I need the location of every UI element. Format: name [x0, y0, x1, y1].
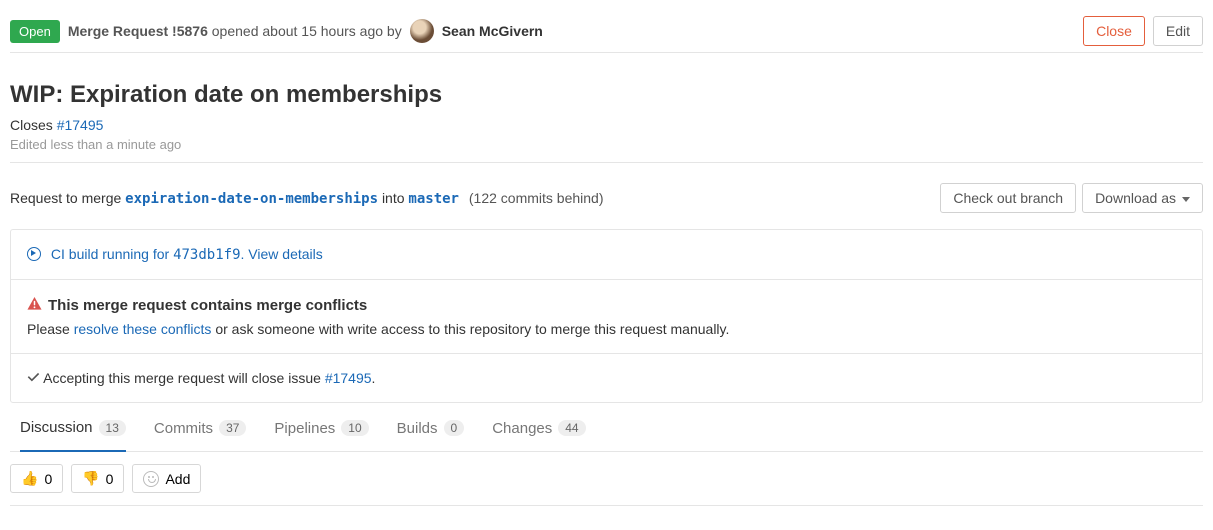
tab-label: Changes: [492, 420, 552, 437]
thumbs-up-count: 0: [44, 471, 52, 487]
download-label: Download as: [1095, 190, 1176, 206]
conflict-title-row: This merge request contains merge confli…: [27, 296, 1186, 315]
merge-text: Request to merge expiration-date-on-memb…: [10, 190, 940, 207]
tab-label: Commits: [154, 420, 213, 437]
tab-count: 44: [558, 420, 585, 436]
conflict-body: Please resolve these conflicts or ask so…: [27, 321, 1186, 337]
accept-issue-link[interactable]: #17495: [325, 370, 372, 386]
download-dropdown[interactable]: Download as: [1082, 183, 1203, 213]
accept-prefix: Accepting this merge request will close …: [43, 370, 325, 386]
thumbs-up-icon: 👍: [21, 470, 38, 487]
tab-changes[interactable]: Changes 44: [492, 419, 585, 451]
chevron-down-icon: [1182, 197, 1190, 202]
header-row: Open Merge Request !5876 opened about 15…: [10, 10, 1203, 53]
ci-details: . View details: [241, 246, 323, 262]
close-button[interactable]: Close: [1083, 16, 1145, 46]
accept-suffix: .: [372, 370, 376, 386]
warning-icon: [27, 296, 42, 315]
author-link[interactable]: Sean McGivern: [442, 23, 543, 39]
header-left: Open Merge Request !5876 opened about 15…: [10, 19, 1083, 43]
conflict-rest: or ask someone with write access to this…: [211, 321, 729, 337]
ci-status-section: CI build running for 473db1f9. View deta…: [11, 230, 1202, 280]
smiley-icon: [143, 471, 159, 487]
merge-actions: Check out branch Download as: [940, 183, 1203, 213]
tab-label: Builds: [397, 420, 438, 437]
ci-running-icon: [27, 247, 41, 261]
mr-breadcrumb: Merge Request !5876 opened about 15 hour…: [68, 23, 402, 39]
merge-into: into: [382, 190, 408, 206]
thumbs-down-count: 0: [106, 471, 114, 487]
conflict-section: This merge request contains merge confli…: [11, 280, 1202, 354]
add-reaction-button[interactable]: Add: [132, 464, 201, 493]
ci-sha: 473db1f9: [173, 247, 240, 263]
tab-commits[interactable]: Commits 37: [154, 419, 247, 451]
merge-row: Request to merge expiration-date-on-memb…: [10, 163, 1203, 229]
status-box: CI build running for 473db1f9. View deta…: [10, 229, 1203, 403]
avatar: [410, 19, 434, 43]
mr-label: Merge Request !5876: [68, 23, 208, 39]
tab-count: 13: [99, 420, 126, 436]
tab-discussion[interactable]: Discussion 13: [20, 419, 126, 452]
conflict-please: Please: [27, 321, 74, 337]
thumbs-down-button[interactable]: 👎 0: [71, 464, 124, 493]
status-badge: Open: [10, 20, 60, 43]
checkout-branch-button[interactable]: Check out branch: [940, 183, 1076, 213]
closes-line: Closes #17495: [10, 117, 1203, 133]
thumbs-up-button[interactable]: 👍 0: [10, 464, 63, 493]
tab-builds[interactable]: Builds 0: [397, 419, 465, 451]
header-actions: Close Edit: [1083, 16, 1203, 46]
accept-section: Accepting this merge request will close …: [11, 354, 1202, 402]
tab-count: 37: [219, 420, 246, 436]
ci-text: CI build running for: [51, 246, 173, 262]
ci-build-link[interactable]: CI build running for 473db1f9. View deta…: [51, 246, 323, 262]
reactions-bar: 👍 0 👎 0 Add: [10, 452, 1203, 506]
commits-behind: (122 commits behind): [469, 190, 604, 206]
resolve-conflicts-link[interactable]: resolve these conflicts: [74, 321, 212, 337]
add-label: Add: [165, 471, 190, 487]
mr-title: WIP: Expiration date on memberships: [10, 81, 1203, 109]
closes-prefix: Closes: [10, 117, 57, 133]
edit-button[interactable]: Edit: [1153, 16, 1203, 46]
merge-prefix: Request to merge: [10, 190, 125, 206]
closes-issue-link[interactable]: #17495: [57, 117, 104, 133]
title-block: WIP: Expiration date on memberships Clos…: [10, 53, 1203, 163]
thumbs-down-icon: 👎: [82, 470, 99, 487]
tab-label: Discussion: [20, 419, 93, 436]
tabs: Discussion 13 Commits 37 Pipelines 10 Bu…: [10, 403, 1203, 452]
tab-count: 10: [341, 420, 368, 436]
check-icon: [27, 370, 43, 386]
target-branch-link[interactable]: master: [408, 191, 459, 207]
edited-line: Edited less than a minute ago: [10, 137, 1203, 152]
tab-pipelines[interactable]: Pipelines 10: [274, 419, 368, 451]
tab-count: 0: [444, 420, 465, 436]
tab-label: Pipelines: [274, 420, 335, 437]
conflict-title: This merge request contains merge confli…: [48, 297, 367, 314]
mr-meta: opened about 15 hours ago by: [212, 23, 402, 39]
source-branch-link[interactable]: expiration-date-on-memberships: [125, 191, 378, 207]
